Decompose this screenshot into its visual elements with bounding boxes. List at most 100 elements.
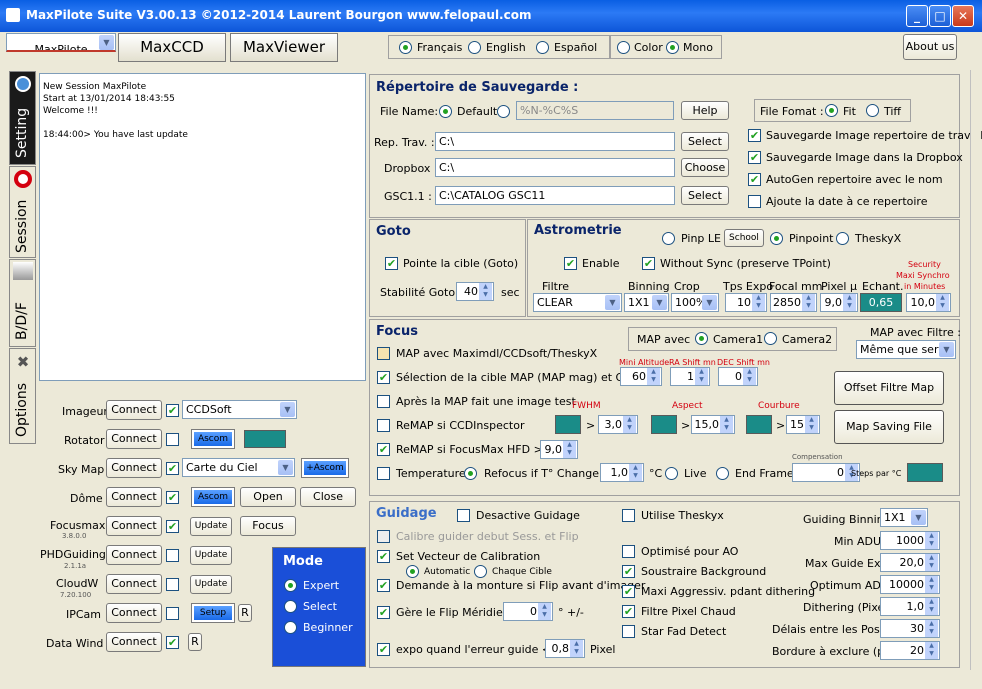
bordure-spinner[interactable]: 20: [880, 641, 940, 660]
focal-spinner[interactable]: 2850: [770, 293, 817, 312]
imageur-select[interactable]: CCDSoft: [182, 400, 297, 419]
side-tab-bdf[interactable]: B/D/F: [9, 259, 36, 347]
focusmax-update-button[interactable]: Update: [190, 517, 232, 536]
save-work-checkbox[interactable]: ✔: [748, 129, 761, 142]
map-saving-button[interactable]: Map Saving File: [834, 410, 944, 444]
filtre-select[interactable]: CLEAR: [533, 293, 622, 312]
select-radio[interactable]: [284, 600, 297, 613]
pixel-spinner[interactable]: 9,0: [820, 293, 858, 312]
cloudw-connect-button[interactable]: Connect: [106, 574, 162, 594]
maxiagg-checkbox[interactable]: ✔: [622, 585, 635, 598]
pointe-checkbox[interactable]: ✔: [385, 257, 398, 270]
color-radio[interactable]: [617, 41, 630, 54]
english-radio[interactable]: [468, 41, 481, 54]
ipcam-r-button[interactable]: R: [238, 604, 252, 622]
maxim-checkbox[interactable]: [377, 347, 390, 360]
focus-button[interactable]: Focus: [240, 516, 296, 536]
expert-radio[interactable]: [284, 579, 297, 592]
temp-change-spinner[interactable]: 1,0: [600, 463, 644, 482]
filtrepix-checkbox[interactable]: ✔: [622, 605, 635, 618]
dome-open-button[interactable]: Open: [240, 487, 296, 507]
pinple-radio[interactable]: [662, 232, 675, 245]
fit-radio[interactable]: [825, 104, 838, 117]
apres-checkbox[interactable]: [377, 395, 390, 408]
dome-close-button[interactable]: Close: [300, 487, 356, 507]
automatic-radio[interactable]: [406, 565, 419, 578]
expo-checkbox[interactable]: ✔: [377, 643, 390, 656]
francais-radio[interactable]: [399, 41, 412, 54]
datawind-connect-button[interactable]: Connect: [106, 632, 162, 652]
maxexp-spinner[interactable]: 20,0: [880, 553, 940, 572]
phd-connect-button[interactable]: Connect: [106, 545, 162, 565]
courbure-spinner[interactable]: 15: [786, 415, 820, 434]
datawind-checkbox[interactable]: ✔: [166, 636, 179, 649]
camera1-radio[interactable]: [695, 332, 708, 345]
binning-select[interactable]: 1X1: [624, 293, 669, 312]
offset-filtre-button[interactable]: Offset Filtre Map: [834, 371, 944, 405]
hfd-spinner[interactable]: 9,0: [540, 440, 578, 459]
guide-binning-select[interactable]: 1X1: [880, 508, 928, 527]
ra-spinner[interactable]: 1: [670, 367, 710, 386]
stabilite-spinner[interactable]: 40: [456, 282, 494, 301]
tiff-radio[interactable]: [866, 104, 879, 117]
cloudw-checkbox[interactable]: [166, 578, 179, 591]
focusmax-connect-button[interactable]: Connect: [106, 516, 162, 536]
gsc-select-button[interactable]: Select: [681, 186, 729, 205]
gsc-input[interactable]: C:\CATALOG GSC11: [435, 186, 675, 205]
theskyx-radio[interactable]: [836, 232, 849, 245]
dome-connect-button[interactable]: Connect: [106, 487, 162, 507]
fwhm-spinner[interactable]: 3,0: [598, 415, 638, 434]
rotator-connect-button[interactable]: Connect: [106, 429, 162, 449]
help-button[interactable]: Help: [681, 101, 729, 120]
school-button[interactable]: School: [724, 229, 764, 247]
espanol-radio[interactable]: [536, 41, 549, 54]
imageur-connect-button[interactable]: Connect: [106, 400, 162, 420]
focusmax-checkbox[interactable]: ✔: [166, 520, 179, 533]
camera2-radio[interactable]: [764, 332, 777, 345]
crop-select[interactable]: 100%: [671, 293, 719, 312]
setvect-checkbox[interactable]: ✔: [377, 550, 390, 563]
phd-update-button[interactable]: Update: [190, 546, 232, 565]
pinpoint-radio[interactable]: [770, 232, 783, 245]
skymap-select[interactable]: Carte du Ciel: [182, 458, 295, 477]
without-sync-checkbox[interactable]: ✔: [642, 257, 655, 270]
minalt-spinner[interactable]: 60: [620, 367, 662, 386]
aspect-spinner[interactable]: 15,0: [691, 415, 735, 434]
remap-ccd-checkbox[interactable]: [377, 419, 390, 432]
soustraire-checkbox[interactable]: ✔: [622, 565, 635, 578]
optadu-spinner[interactable]: 10000: [880, 575, 940, 594]
pattern-input[interactable]: %N-%C%S: [516, 101, 674, 120]
ipcam-checkbox[interactable]: [166, 607, 179, 620]
dome-ascom-button[interactable]: Ascom: [191, 487, 235, 507]
side-tab-setting[interactable]: Setting: [9, 71, 36, 165]
dec-spinner[interactable]: 0: [718, 367, 758, 386]
security-spinner[interactable]: 10,0: [906, 293, 951, 312]
pattern-radio[interactable]: [497, 105, 510, 118]
imageur-checkbox[interactable]: ✔: [166, 404, 179, 417]
tab-maxccd[interactable]: MaxCCD: [118, 33, 226, 62]
astro-enable-checkbox[interactable]: ✔: [564, 257, 577, 270]
flip-checkbox[interactable]: ✔: [377, 606, 390, 619]
tab-maxviewer[interactable]: MaxViewer: [230, 33, 338, 62]
skymap-connect-button[interactable]: Connect: [106, 458, 162, 478]
about-button[interactable]: About us: [903, 34, 957, 60]
minimize-button[interactable]: _: [906, 5, 928, 27]
expo-spinner[interactable]: 0,8: [545, 639, 585, 658]
rotator-checkbox[interactable]: [166, 433, 179, 446]
close-window-button[interactable]: ✕: [952, 5, 974, 27]
starfad-checkbox[interactable]: [622, 625, 635, 638]
ao-checkbox[interactable]: [622, 545, 635, 558]
desactive-checkbox[interactable]: [457, 509, 470, 522]
rotator-ascom-button[interactable]: Ascom: [191, 429, 235, 449]
dropbox-input[interactable]: C:\: [435, 158, 675, 177]
phd-checkbox[interactable]: [166, 549, 179, 562]
temperature-checkbox[interactable]: [377, 467, 390, 480]
ipcam-setup-button[interactable]: Setup: [191, 603, 235, 623]
compensation-spinner[interactable]: 0: [792, 463, 860, 482]
selection-checkbox[interactable]: ✔: [377, 371, 390, 384]
mapfiltre-select[interactable]: Même que serie: [856, 340, 956, 359]
refocus-radio[interactable]: [464, 467, 477, 480]
cloudw-update-button[interactable]: Update: [190, 575, 232, 594]
demande-checkbox[interactable]: ✔: [377, 579, 390, 592]
mono-radio[interactable]: [666, 41, 679, 54]
